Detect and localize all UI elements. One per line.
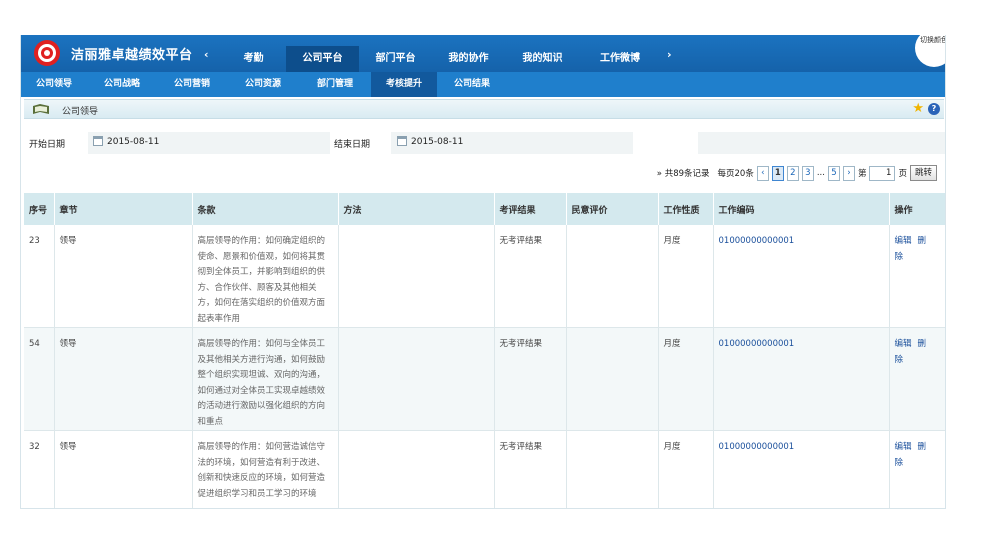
breadcrumb: 公司领导 ★ ? [24, 99, 944, 119]
col-header-nature[interactable]: 工作性质 [658, 193, 714, 225]
start-date-value: 2015-08-11 [107, 137, 160, 147]
cell-opinion [566, 430, 659, 508]
pager-page-3[interactable]: 3 [801, 165, 814, 181]
cell-result: 无考评结果 [494, 225, 567, 328]
sub-nav-item-resources[interactable]: 公司资源 [227, 72, 299, 97]
top-nav-item-microblog[interactable]: 工作微博 [580, 35, 660, 72]
nav-next-arrow-icon[interactable]: › [667, 48, 672, 61]
cell-code: 01000000000001 [713, 225, 890, 328]
top-nav-item-knowledge[interactable]: 我的知识 [505, 35, 580, 72]
top-nav-item-collaboration[interactable]: 我的协作 [432, 35, 505, 72]
cell-chapter: 领导 [54, 225, 193, 328]
pagination: » 共89条记录 每页20条 ‹ 1 2 3 ... 5 › 第 1 页 跳转 [654, 165, 937, 181]
start-date-calendar-icon[interactable] [93, 136, 103, 146]
favorite-star-icon[interactable]: ★ [912, 102, 924, 116]
pager-goto-prefix: 第 [857, 169, 867, 179]
nav-prev-arrow-icon[interactable]: ‹ [204, 48, 209, 61]
pager-goto-input[interactable]: 1 [869, 165, 896, 181]
switch-skin-button[interactable]: 切换颜色 [915, 35, 945, 67]
data-table: 序号 章节 条款 方法 考评结果 民意评价 工作性质 工作编码 操作 23 领导… [24, 193, 945, 508]
brand-logo-icon [34, 40, 60, 66]
cell-no: 23 [24, 225, 55, 328]
cell-nature: 月度 [658, 430, 714, 508]
cell-opinion [566, 225, 659, 328]
pager-ellipsis: ... [816, 168, 825, 178]
cell-method [338, 430, 495, 508]
cell-code: 01000000000001 [713, 327, 890, 431]
cell-ops: 编辑 删除 [889, 327, 945, 431]
breadcrumb-title: 公司领导 [62, 107, 99, 117]
table-row[interactable]: 32 领导 高层领导的作用：如何营造诚信守法的环境，如何营造有利于改进、创新和快… [24, 430, 945, 508]
edit-link[interactable]: 编辑 [895, 442, 912, 452]
table-row[interactable]: 54 领导 高层领导的作用：如何与全体员工及其他相关方进行沟通，如何鼓励整个组织… [24, 327, 945, 431]
pager-total: » 共89条记录 [656, 169, 710, 179]
pager-page-last[interactable]: 5 [827, 165, 840, 181]
edit-link[interactable]: 编辑 [895, 339, 912, 349]
cell-clause: 高层领导的作用：如何营造诚信守法的环境，如何营造有利于改进、创新和快速反应的环境… [192, 430, 339, 508]
top-nav-item-attendance[interactable]: 考勤 [221, 35, 286, 72]
table-header-row: 序号 章节 条款 方法 考评结果 民意评价 工作性质 工作编码 操作 [24, 193, 945, 225]
help-icon[interactable]: ? [928, 103, 940, 115]
sub-nav-item-dept-management[interactable]: 部门管理 [299, 72, 371, 97]
col-header-ops: 操作 [889, 193, 945, 225]
sub-nav-item-assessment[interactable]: 考核提升 [371, 72, 437, 97]
top-nav-item-company[interactable]: 公司平台 [286, 46, 359, 72]
filter-empty-cell [698, 132, 945, 154]
pager-jump-button[interactable]: 跳转 [909, 165, 937, 181]
col-header-result[interactable]: 考评结果 [494, 193, 567, 225]
top-bar: 洁丽雅卓越绩效平台 ‹ 考勤 公司平台 部门平台 我的协作 我的知识 工作微博 … [21, 35, 945, 72]
start-date-label: 开始日期 [29, 140, 66, 150]
cell-result: 无考评结果 [494, 430, 567, 508]
table-row[interactable]: 23 领导 高层领导的作用：如何确定组织的使命、愿景和价值观，如何将其贯彻到全体… [24, 225, 945, 328]
cell-nature: 月度 [658, 225, 714, 328]
pager-prev-button[interactable]: ‹ [756, 165, 769, 181]
end-date-value: 2015-08-11 [411, 137, 464, 147]
cell-code: 01000000000001 [713, 430, 890, 508]
col-header-code[interactable]: 工作编码 [713, 193, 890, 225]
col-header-method[interactable]: 方法 [338, 193, 495, 225]
col-header-opinion[interactable]: 民意评价 [566, 193, 659, 225]
cell-no: 54 [24, 327, 55, 431]
sub-nav-item-leadership[interactable]: 公司领导 [21, 72, 87, 97]
brand-title: 洁丽雅卓越绩效平台 [71, 48, 193, 63]
pager-per-page: 每页20条 [717, 169, 754, 179]
cell-chapter: 领导 [54, 327, 193, 431]
pager-goto-suffix: 页 [898, 169, 907, 179]
pager-page-1[interactable]: 1 [771, 165, 784, 181]
cell-method [338, 225, 495, 328]
top-nav-item-department[interactable]: 部门平台 [359, 35, 432, 72]
cell-no: 32 [24, 430, 55, 508]
end-date-calendar-icon[interactable] [397, 136, 407, 146]
cell-result: 无考评结果 [494, 327, 567, 431]
cell-ops: 编辑 删除 [889, 430, 945, 508]
cell-opinion [566, 327, 659, 431]
cell-nature: 月度 [658, 327, 714, 431]
col-header-clause[interactable]: 条款 [192, 193, 339, 225]
sub-nav-item-marketing[interactable]: 公司营销 [157, 72, 227, 97]
sub-nav-item-strategy[interactable]: 公司战略 [87, 72, 157, 97]
cell-method [338, 327, 495, 431]
top-nav: 考勤 公司平台 部门平台 我的协作 我的知识 工作微博 [221, 35, 660, 72]
sub-nav: 公司领导 公司战略 公司营销 公司资源 部门管理 考核提升 公司结果 [21, 72, 945, 97]
cell-clause: 高层领导的作用：如何与全体员工及其他相关方进行沟通，如何鼓励整个组织实现坦诚、双… [192, 327, 339, 431]
document-folder-icon [33, 104, 49, 114]
cell-chapter: 领导 [54, 430, 193, 508]
sub-nav-item-results[interactable]: 公司结果 [437, 72, 507, 97]
pager-next-button[interactable]: › [842, 165, 855, 181]
cell-ops: 编辑 删除 [889, 225, 945, 328]
col-header-no[interactable]: 序号 [24, 193, 55, 225]
col-header-chapter[interactable]: 章节 [54, 193, 193, 225]
cell-clause: 高层领导的作用：如何确定组织的使命、愿景和价值观，如何将其贯彻到全体员工，并影响… [192, 225, 339, 328]
pager-page-2[interactable]: 2 [786, 165, 799, 181]
date-filter: 开始日期 2015-08-11 结束日期 2015-08-11 [21, 130, 945, 154]
edit-link[interactable]: 编辑 [895, 236, 912, 246]
end-date-label: 结束日期 [334, 140, 371, 150]
app-window: 洁丽雅卓越绩效平台 ‹ 考勤 公司平台 部门平台 我的协作 我的知识 工作微博 … [20, 35, 946, 509]
